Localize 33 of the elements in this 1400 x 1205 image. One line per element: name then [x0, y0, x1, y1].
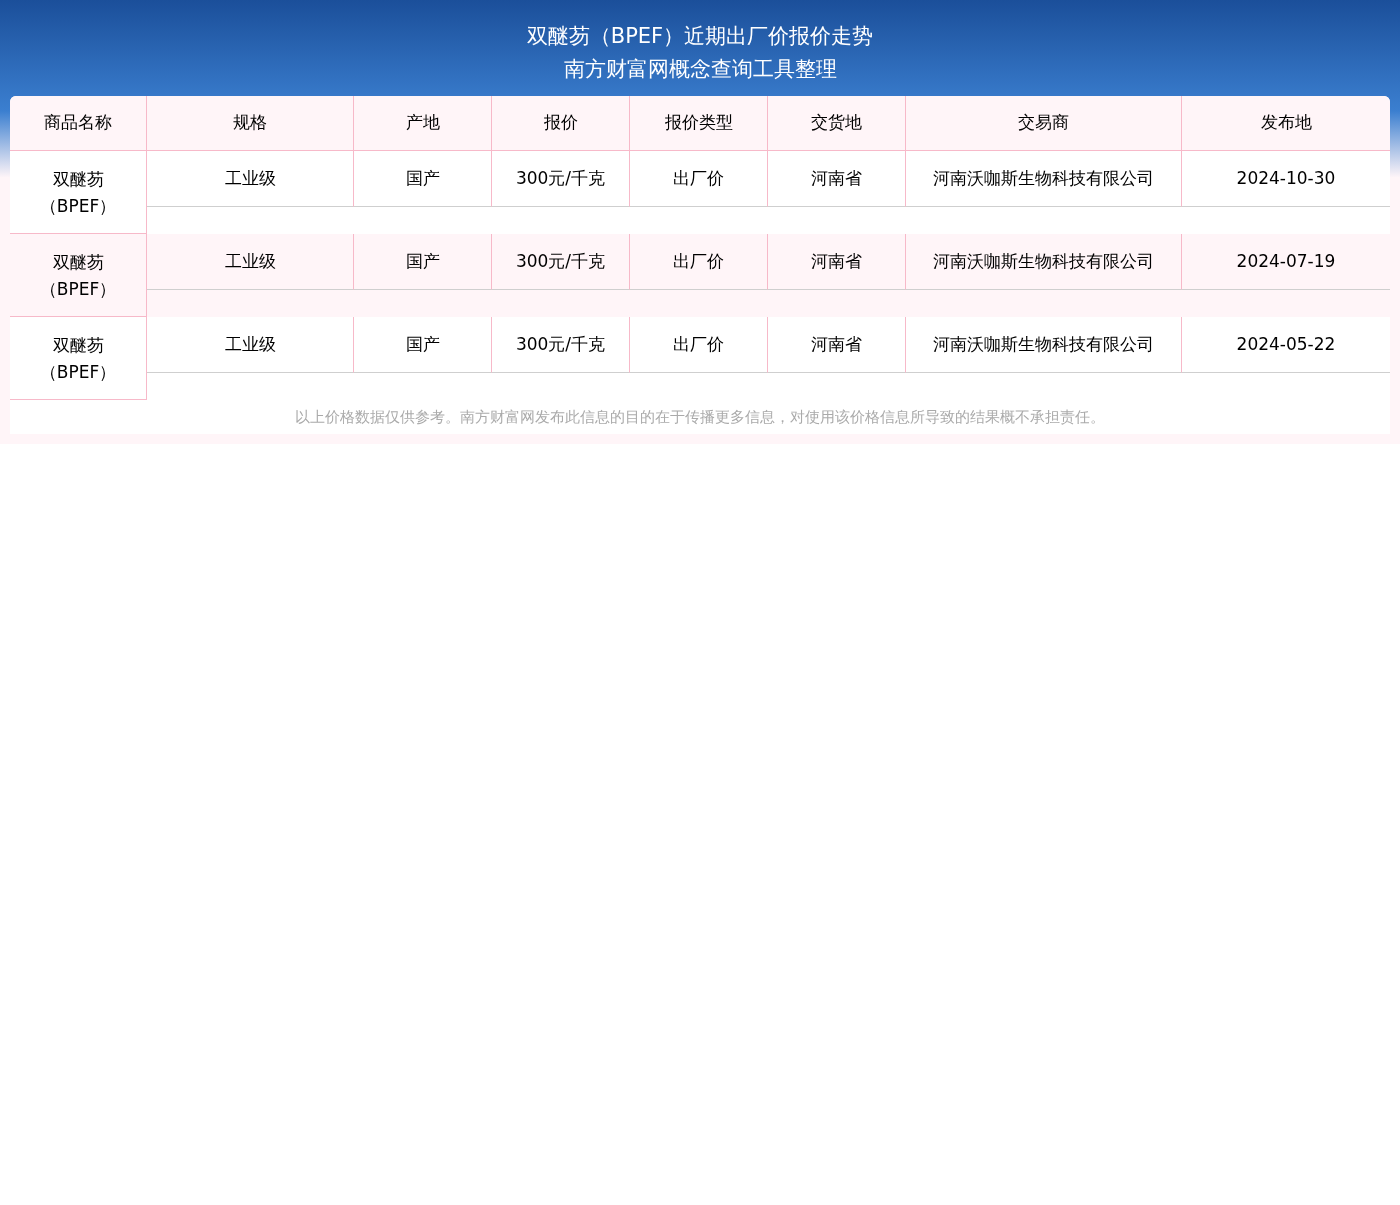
table-cell: 河南省	[768, 151, 906, 207]
column-header: 商品名称	[10, 96, 147, 150]
page-title: 双醚芴（BPEF）近期出厂价报价走势	[526, 23, 874, 50]
column-header: 产地	[354, 96, 492, 150]
table-cell: 出厂价	[630, 151, 768, 207]
column-header: 交易商	[906, 96, 1182, 150]
table-cell: 300元/千克	[492, 151, 630, 207]
table-cell: 2024-05-22	[1182, 317, 1390, 373]
table-cell: 2024-07-19	[1182, 234, 1390, 290]
column-header: 发布地	[1259, 111, 1313, 135]
column-header: 交货地	[768, 96, 906, 150]
table-cell: 2024-10-30	[1182, 151, 1390, 207]
table-cell: 河南沃咖斯生物科技有限公司	[906, 317, 1182, 373]
table-cell: 工业级	[147, 151, 354, 207]
table-cell: 工业级	[147, 317, 354, 373]
page-subtitle: 南方财富网概念查询工具整理	[563, 56, 837, 83]
table-cell: 河南省	[768, 234, 906, 290]
table-cell: 300元/千克	[492, 234, 630, 290]
table-cell: 国产	[354, 234, 492, 290]
table-cell: 工业级	[147, 234, 354, 290]
column-header: 报价类型	[630, 96, 768, 150]
table-cell: 河南省	[768, 317, 906, 373]
table-cell: 出厂价	[630, 317, 768, 373]
column-header: 规格	[147, 96, 354, 150]
disclaimer: 以上价格数据仅供参考。南方财富网发布此信息的目的在于传播更多信息，对使用该价格信息所导致的结果概不承担责任。	[294, 406, 1106, 428]
table-cell: 300元/千克	[492, 317, 630, 373]
table-cell: 国产	[354, 151, 492, 207]
table-cell: 双醚芴（BPEF）	[10, 317, 147, 400]
table-cell: 河南沃咖斯生物科技有限公司	[906, 234, 1182, 290]
table-cell: 河南沃咖斯生物科技有限公司	[906, 151, 1182, 207]
column-header: 报价	[492, 96, 630, 150]
table-cell: 国产	[354, 317, 492, 373]
table-cell: 出厂价	[630, 234, 768, 290]
